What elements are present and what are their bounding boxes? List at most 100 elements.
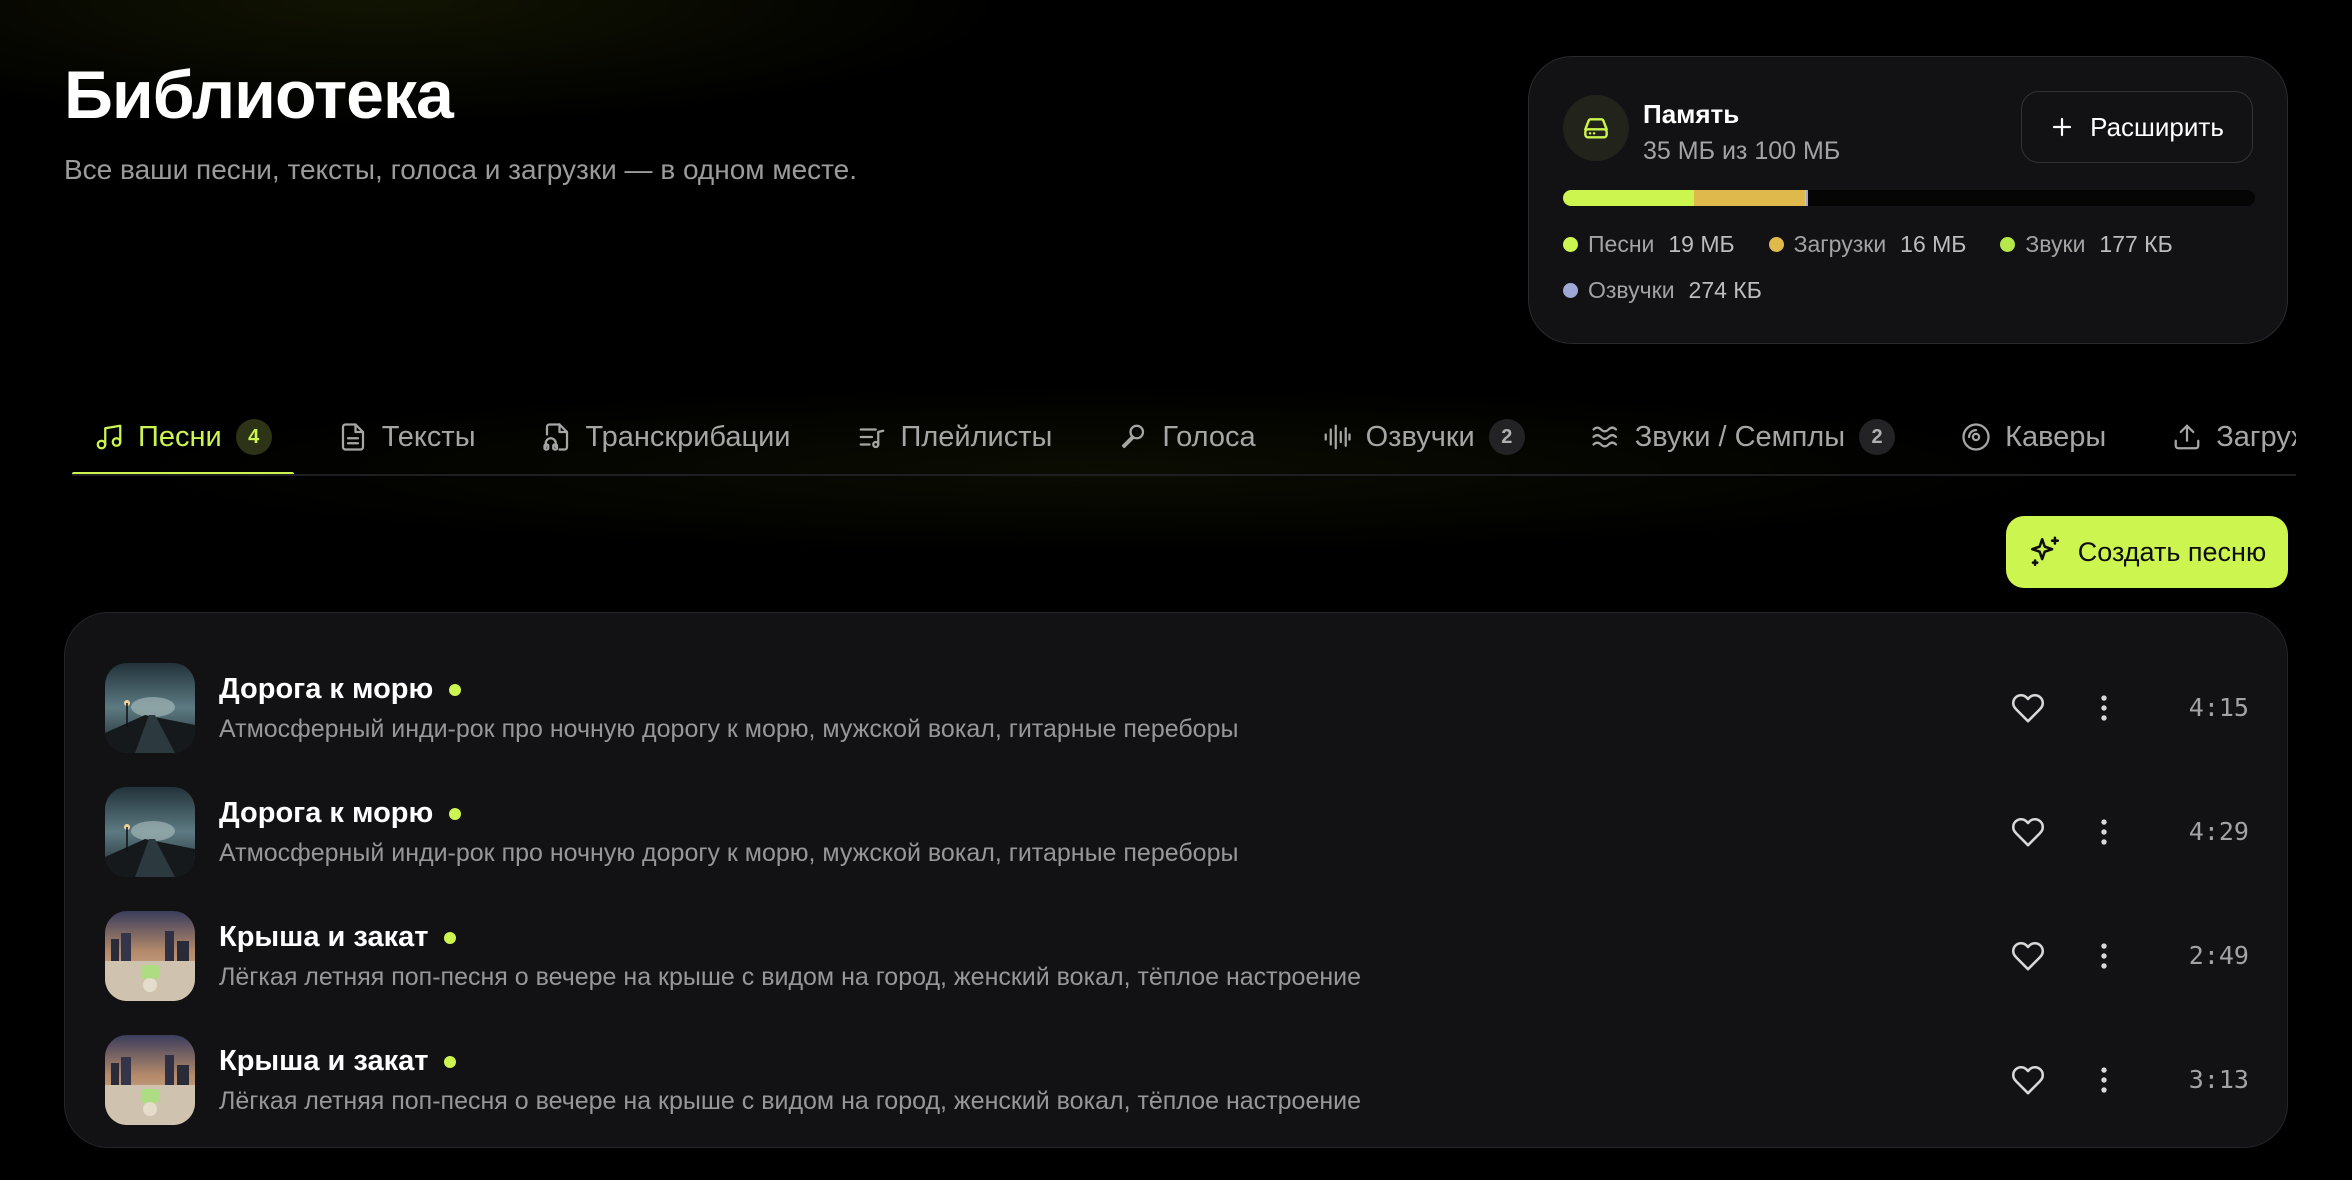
hard-drive-icon bbox=[1563, 95, 1629, 161]
storage-bar-segment-uploads bbox=[1694, 190, 1806, 206]
more-vertical-icon[interactable] bbox=[2087, 815, 2121, 854]
expand-label: Расширить bbox=[2090, 111, 2224, 142]
song-list: Дорога к морю Атмосферный инди-рок про н… bbox=[64, 612, 2288, 1148]
legend-item-uploads: Загрузки 16 МБ bbox=[1768, 231, 1967, 258]
song-description: Атмосферный инди-рок про ночную дорогу к… bbox=[219, 715, 1239, 743]
more-vertical-icon[interactable] bbox=[2087, 691, 2121, 730]
tab-count-badge: 2 bbox=[1859, 419, 1896, 455]
song-row[interactable]: Дорога к морю Атмосферный инди-рок про н… bbox=[65, 771, 2287, 895]
legend-label: Песни bbox=[1588, 231, 1655, 257]
expand-storage-button[interactable]: Расширить bbox=[2021, 91, 2253, 163]
song-cover-image bbox=[105, 911, 195, 1001]
tab-label: Плейлисты bbox=[900, 420, 1053, 453]
song-cover-image bbox=[105, 663, 195, 753]
heart-icon[interactable] bbox=[2011, 939, 2045, 978]
tab-texts[interactable]: Тексты bbox=[316, 400, 498, 474]
song-title-wrap: Дорога к морю bbox=[219, 673, 462, 706]
audio-wave-icon bbox=[1324, 424, 1351, 450]
tab-count-badge: 4 bbox=[235, 419, 272, 455]
document-icon bbox=[341, 423, 364, 451]
storage-usage-bar bbox=[1563, 190, 2255, 206]
more-vertical-icon[interactable] bbox=[2087, 1063, 2121, 1102]
legend-item-songs: Песни 19 МБ bbox=[1563, 231, 1735, 258]
legend-dot bbox=[1563, 283, 1578, 298]
song-duration: 2:49 bbox=[2188, 941, 2249, 970]
plus-icon bbox=[2053, 117, 2072, 137]
legend-item-voiceovers: Озвучки 274 КБ bbox=[1563, 277, 1762, 304]
storage-bar-segment-voiceovers bbox=[1806, 190, 1809, 206]
more-vertical-icon[interactable] bbox=[2087, 939, 2121, 978]
legend-value: 16 МБ bbox=[1900, 231, 1967, 257]
tab-label: Озвучки bbox=[1365, 420, 1475, 453]
tab-label: Тексты bbox=[381, 420, 476, 453]
tab-label: Песни bbox=[138, 420, 222, 453]
song-row[interactable]: Крыша и закат Лёгкая летняя поп-песня о … bbox=[65, 1019, 2287, 1143]
song-row[interactable]: Крыша и закат Лёгкая летняя поп-песня о … bbox=[65, 895, 2287, 1019]
tab-playlists[interactable]: Плейлисты bbox=[835, 400, 1075, 474]
song-title-wrap: Дорога к морю bbox=[219, 797, 462, 830]
song-description: Лёгкая летняя поп-песня о вечере на крыш… bbox=[219, 963, 1362, 991]
storage-used: 35 МБ bbox=[1643, 137, 1715, 165]
tab-voices[interactable]: Голоса bbox=[1096, 400, 1277, 474]
tab-uploads[interactable]: Загружен bbox=[2150, 400, 2296, 474]
legend-value: 274 КБ bbox=[1688, 277, 1762, 303]
song-row[interactable]: Дорога к морю Атмосферный инди-рок про н… bbox=[65, 647, 2287, 771]
disc-icon bbox=[1962, 423, 1990, 451]
legend-dot bbox=[2000, 237, 2016, 252]
storage-card: Память 35 МБ из 100 МБ Расширить Песни 1… bbox=[1528, 56, 2288, 344]
library-tabs: Песни 4 Тексты Транскрибации Плейлисты Г… bbox=[72, 400, 2296, 476]
tab-transcriptions[interactable]: Транскрибации bbox=[520, 400, 813, 474]
tab-label: Звуки / Семплы bbox=[1634, 420, 1846, 453]
upload-icon bbox=[2174, 424, 2200, 450]
legend-dot bbox=[1768, 237, 1784, 252]
tab-label: Каверы bbox=[2005, 420, 2107, 453]
heart-icon[interactable] bbox=[2011, 1063, 2045, 1102]
new-indicator-dot bbox=[449, 683, 462, 696]
tab-songs[interactable]: Песни 4 bbox=[72, 400, 294, 474]
heart-icon[interactable] bbox=[2011, 691, 2045, 730]
tab-label: Загружен bbox=[2216, 420, 2296, 453]
song-duration: 3:13 bbox=[2188, 1065, 2249, 1094]
legend-label: Озвучки bbox=[1588, 277, 1675, 303]
storage-total: 100 МБ bbox=[1754, 137, 1841, 165]
legend-label: Звуки bbox=[2025, 231, 2086, 257]
legend-label: Загрузки bbox=[1793, 231, 1887, 257]
file-audio-icon bbox=[542, 423, 568, 451]
music-note-icon bbox=[96, 424, 122, 450]
page-subtitle: Все ваши песни, тексты, голоса и загрузк… bbox=[64, 154, 858, 185]
song-description: Атмосферный инди-рок про ночную дорогу к… bbox=[219, 839, 1239, 867]
create-song-button[interactable]: Создать песню bbox=[2006, 516, 2288, 588]
page-title: Библиотека bbox=[64, 57, 454, 133]
storage-bar-segment-songs bbox=[1563, 190, 1695, 206]
tab-covers[interactable]: Каверы bbox=[1939, 400, 2128, 474]
playlist-icon bbox=[859, 428, 884, 449]
create-song-label: Создать песню bbox=[2077, 536, 2267, 567]
storage-title: Память bbox=[1643, 99, 1740, 129]
song-duration: 4:15 bbox=[2188, 693, 2249, 722]
tab-count-badge: 2 bbox=[1488, 419, 1525, 455]
storage-legend-row-2: Озвучки 274 КБ bbox=[1563, 277, 1762, 304]
tab-label: Голоса bbox=[1162, 420, 1256, 453]
song-title[interactable]: Дорога к морю bbox=[219, 797, 433, 830]
song-title[interactable]: Дорога к морю bbox=[219, 673, 433, 706]
new-indicator-dot bbox=[449, 807, 462, 820]
song-title[interactable]: Крыша и закат bbox=[219, 1045, 428, 1078]
waves-icon bbox=[1592, 426, 1617, 448]
song-title[interactable]: Крыша и закат bbox=[219, 921, 428, 954]
storage-legend-row-1: Песни 19 МБ Загрузки 16 МБ Звуки 177 КБ bbox=[1563, 231, 2173, 258]
tab-label: Транскрибации bbox=[585, 420, 791, 453]
storage-of-word: из bbox=[1721, 137, 1748, 165]
tab-sounds-samples[interactable]: Звуки / Семплы 2 bbox=[1569, 400, 1917, 474]
tab-voiceovers[interactable]: Озвучки 2 bbox=[1300, 400, 1547, 474]
sparkles-icon bbox=[2030, 536, 2059, 567]
legend-item-sounds: Звуки 177 КБ bbox=[2000, 231, 2173, 258]
new-indicator-dot bbox=[444, 1055, 457, 1068]
song-title-wrap: Крыша и закат bbox=[219, 1045, 457, 1078]
song-cover-image bbox=[105, 1035, 195, 1125]
microphone-icon bbox=[1122, 424, 1145, 449]
song-cover-image bbox=[105, 787, 195, 877]
new-indicator-dot bbox=[444, 931, 457, 944]
heart-icon[interactable] bbox=[2011, 815, 2045, 854]
legend-dot bbox=[1563, 237, 1578, 252]
storage-usage: 35 МБ из 100 МБ bbox=[1643, 137, 1840, 166]
